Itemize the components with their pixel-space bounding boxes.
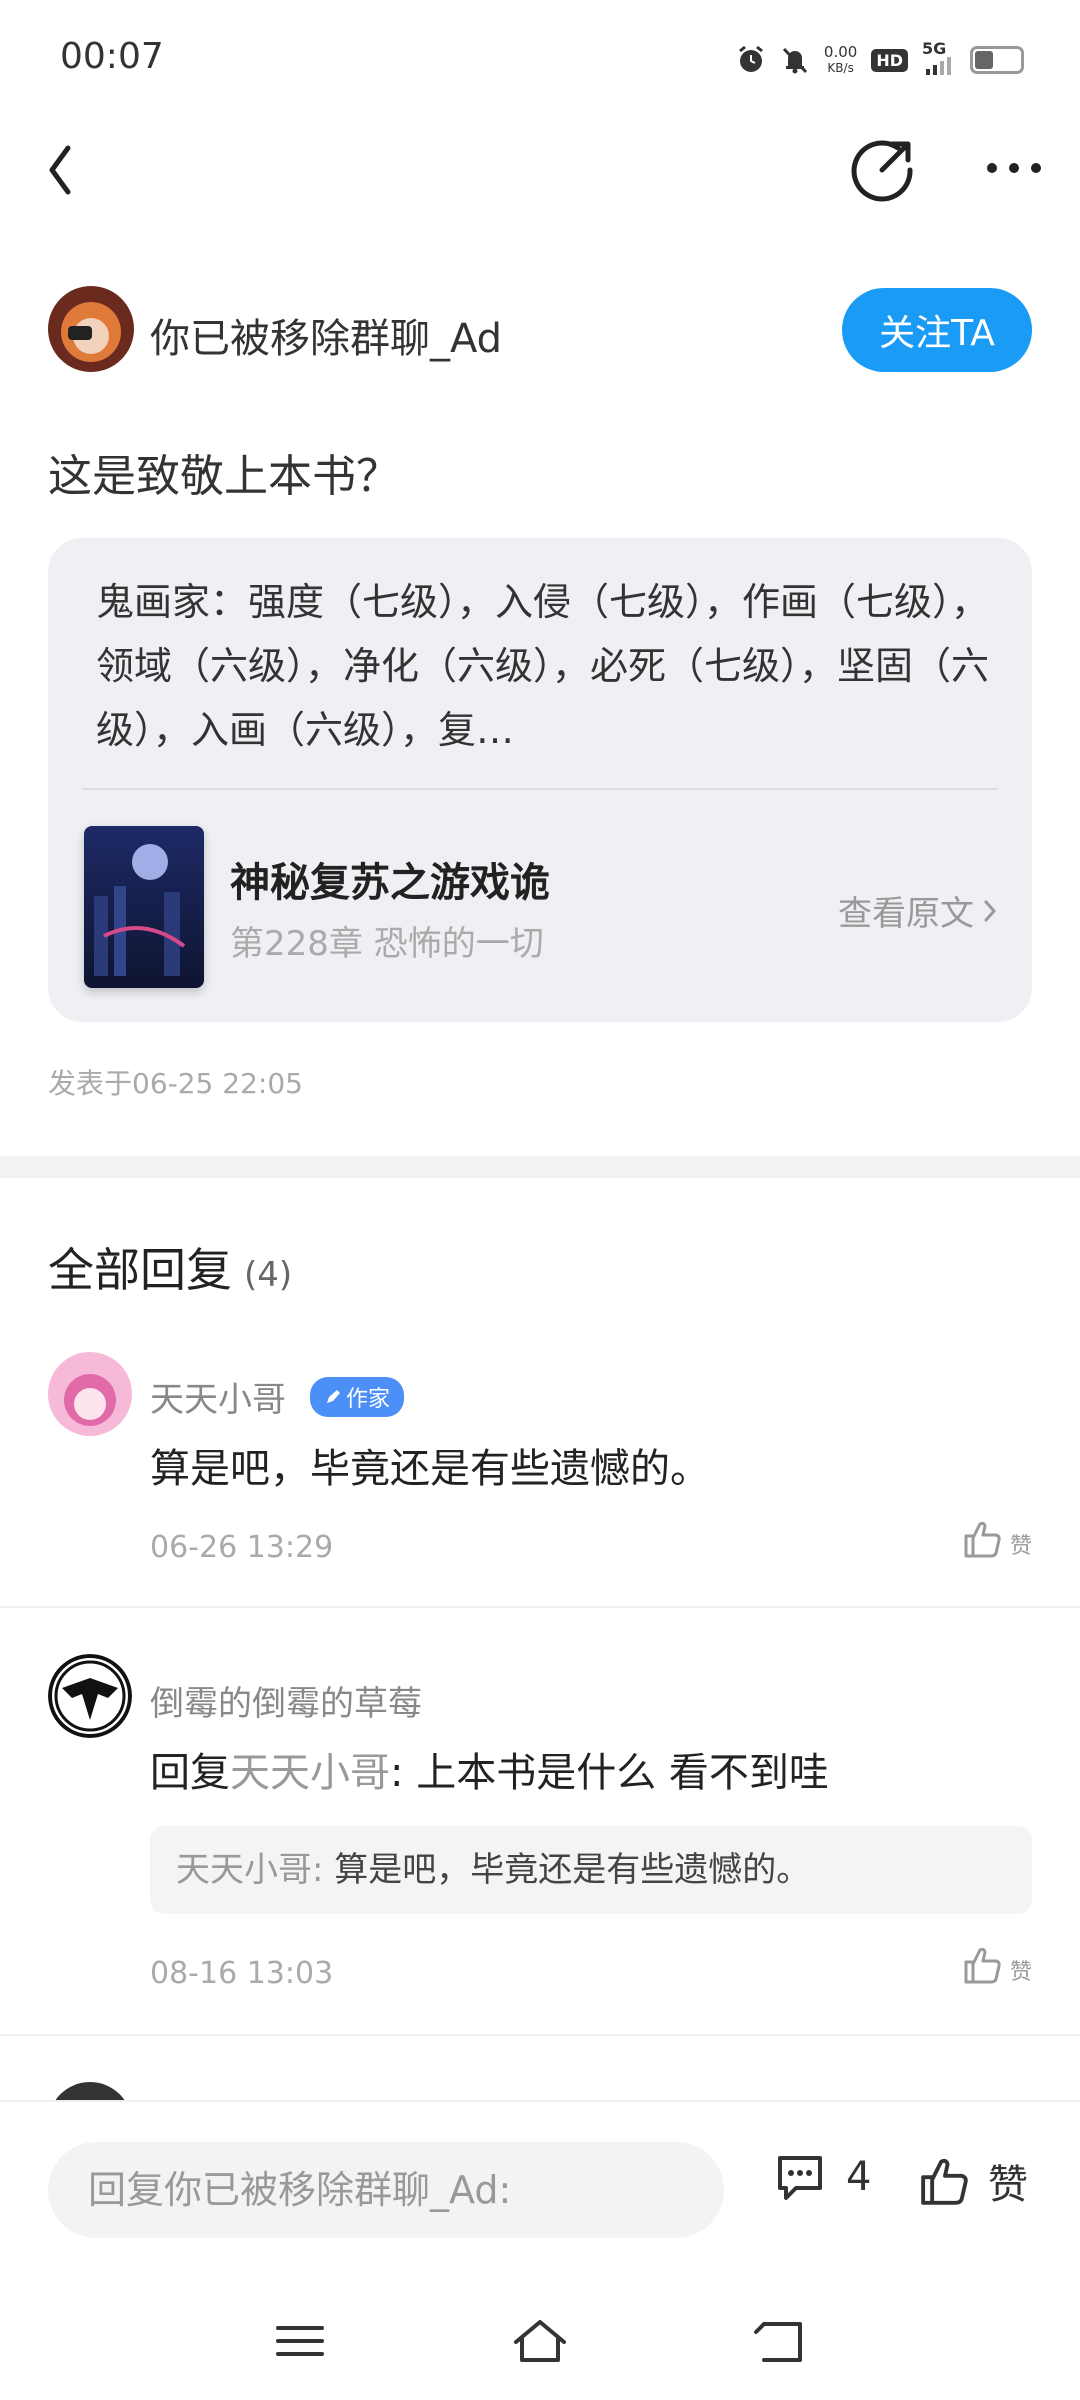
like-label: 赞 — [988, 2162, 1028, 2208]
battery-fill — [975, 51, 993, 69]
author-avatar-image — [48, 286, 134, 372]
pen-icon — [327, 1389, 340, 1403]
commenter-avatar-image — [48, 1352, 132, 1436]
comment-user[interactable]: 倒霉的倒霉的草莓 — [150, 1676, 422, 1725]
section-gap — [0, 1156, 1080, 1178]
battery-icon — [970, 46, 1024, 74]
book-cover[interactable] — [84, 826, 204, 988]
reply-prefix: 回复 — [150, 1750, 230, 1796]
follow-button[interactable]: 关注TA — [842, 288, 1032, 372]
comment-text: 回复天天小哥: 上本书是什么 看不到哇 — [150, 1740, 829, 1798]
avatar[interactable] — [48, 1352, 132, 1436]
comment-text: 算是吧，毕竟还是有些遗憾的。 — [150, 1446, 710, 1492]
divider — [0, 2034, 1080, 2036]
net-speed-value: 0.00 — [823, 43, 858, 61]
like-button[interactable]: 赞 — [918, 2152, 1028, 2210]
menu-icon[interactable] — [270, 2316, 330, 2366]
view-original-label: 查看原文 — [838, 894, 974, 934]
replies-header: 全部回复 (4) — [48, 1234, 292, 1300]
author-badge-label: 作家 — [346, 1386, 391, 1412]
comment-icon — [778, 2156, 822, 2200]
comment-item: 倒霉的倒霉的草莓 回复天天小哥: 上本书是什么 看不到哇 天天小哥: 算是吧，毕… — [0, 1650, 1080, 2030]
reply-body: : 上本书是什么 看不到哇 — [390, 1750, 829, 1796]
replies-title: 全部回复 — [48, 1243, 232, 1297]
status-time: 00:07 — [60, 36, 164, 77]
quoted-text: 算是吧，毕竟还是有些遗憾的。 — [323, 1850, 811, 1890]
signal-icon — [926, 57, 951, 75]
comment-username: 倒霉的倒霉的草莓 — [150, 1684, 422, 1724]
avatar[interactable] — [48, 286, 134, 372]
author-row: 你已被移除群聊_Ad 关注TA — [48, 284, 1032, 374]
back-nav-icon[interactable] — [750, 2316, 810, 2366]
back-icon[interactable] — [40, 140, 80, 200]
commenter-avatar-image — [48, 1654, 132, 1738]
reply-input[interactable]: 回复你已被移除群聊_Ad: — [48, 2142, 724, 2238]
comment-count-button[interactable]: 4 — [774, 2152, 871, 2202]
divider — [82, 788, 998, 790]
like-label: 赞 — [1009, 1534, 1032, 1559]
share-icon[interactable] — [848, 134, 918, 204]
chevron-right-icon — [984, 900, 997, 921]
comment-user[interactable]: 天天小哥 作家 — [150, 1372, 405, 1421]
net-speed: 0.00 KB/s — [824, 44, 857, 76]
status-bar: 00:07 0.00 KB/s HD 5G — [0, 0, 1080, 120]
like-button[interactable]: 赞 — [962, 1944, 1032, 1986]
author-name[interactable]: 你已被移除群聊_Ad — [150, 306, 502, 364]
signal-indicator: 5G — [922, 39, 956, 77]
post-title: 这是致敬上本书？ — [48, 451, 400, 502]
thumbs-up-icon — [964, 1521, 1001, 1558]
alarm-icon — [738, 45, 763, 72]
book-chapter: 第228章 恐怖的一切 — [230, 924, 544, 964]
divider — [0, 1606, 1080, 1608]
thumbs-up-icon — [964, 1947, 1001, 1984]
comment-date: 08-16 13:03 — [150, 1956, 334, 1991]
book-cover-image — [84, 826, 204, 988]
thumbs-up-icon — [921, 2158, 968, 2205]
post-time: 发表于06-25 22:05 — [48, 1067, 303, 1100]
quote-text: 鬼画家：强度（七级），入侵（七级），作画（七级），领域（六级），净化（六级），必… — [96, 580, 990, 752]
view-original-link[interactable]: 查看原文 — [838, 886, 998, 935]
comment-item: 天天小哥 作家 算是吧，毕竟还是有些遗憾的。 06-26 13:29 赞 — [0, 1350, 1080, 1608]
status-icons: 0.00 KB/s HD 5G — [736, 39, 1024, 80]
system-nav-bar — [0, 2280, 1080, 2400]
avatar[interactable] — [48, 1654, 132, 1738]
more-icon[interactable] — [982, 148, 1046, 188]
replies-count: (4) — [244, 1255, 293, 1295]
author-badge: 作家 — [310, 1376, 405, 1417]
comment-username: 天天小哥 — [150, 1380, 286, 1420]
quote-card[interactable]: 鬼画家：强度（七级），入侵（七级），作画（七级），领域（六级），净化（六级），必… — [48, 538, 1032, 1022]
like-label: 赞 — [1009, 1960, 1032, 1985]
like-button[interactable]: 赞 — [962, 1518, 1032, 1560]
comment-date: 06-26 13:29 — [150, 1530, 334, 1565]
book-title[interactable]: 神秘复苏之游戏诡 — [230, 850, 550, 908]
quoted-user: 天天小哥: — [176, 1850, 324, 1890]
hd-badge: HD — [871, 48, 908, 72]
reply-target[interactable]: 天天小哥 — [230, 1750, 390, 1796]
home-icon[interactable] — [510, 2316, 570, 2366]
comment-count: 4 — [846, 2154, 872, 2200]
mute-bell-icon — [782, 47, 808, 74]
quoted-reply[interactable]: 天天小哥: 算是吧，毕竟还是有些遗憾的。 — [150, 1826, 1032, 1914]
net-speed-unit: KB/s — [827, 61, 854, 75]
